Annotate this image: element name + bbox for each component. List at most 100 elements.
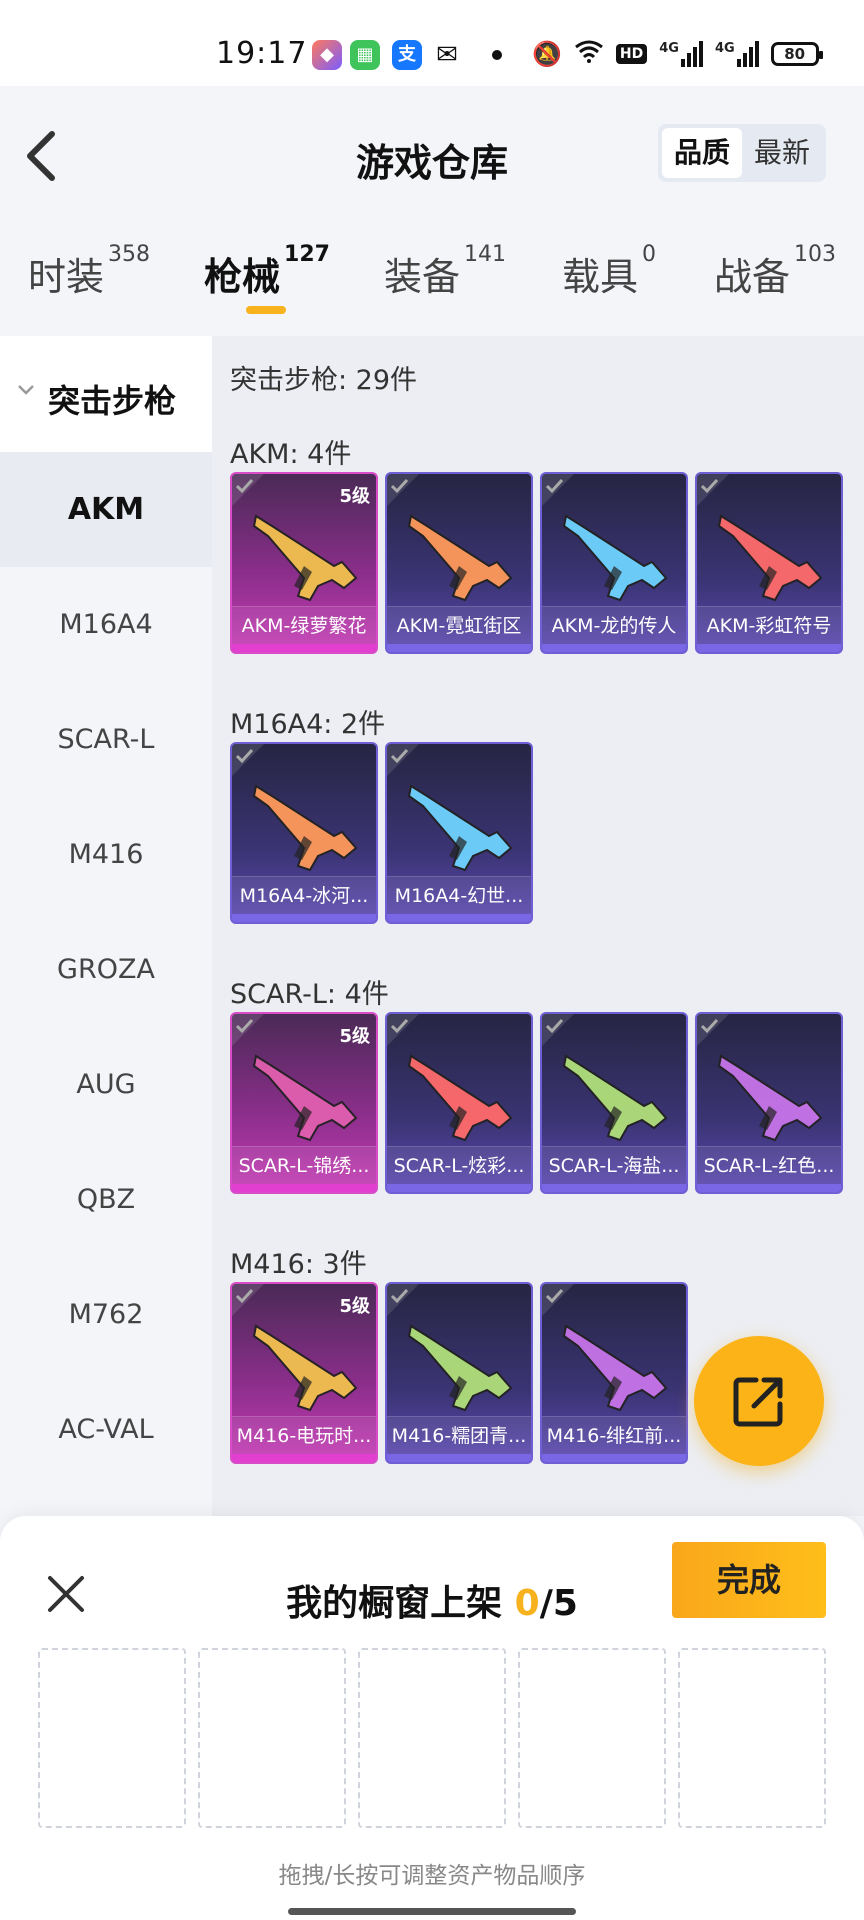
weapon-skin-card[interactable]: M416-糯团青... xyxy=(385,1282,533,1464)
rarity-bar xyxy=(387,644,531,652)
rifle-icon xyxy=(407,1324,513,1412)
weapon-skin-name: AKM-彩虹符号 xyxy=(697,606,841,644)
rarity-bar xyxy=(387,1184,531,1192)
rifle-icon xyxy=(252,1324,358,1412)
sidebar-item-akm[interactable]: AKM xyxy=(0,452,212,567)
signal-icon: 4G xyxy=(715,41,759,67)
sort-quality-button[interactable]: 品质 xyxy=(662,128,742,178)
active-tab-indicator xyxy=(246,306,286,314)
group-title: M416: 3件 xyxy=(230,1249,367,1280)
sidebar-item-qbz[interactable]: QBZ xyxy=(0,1142,212,1257)
reorder-hint: 拖拽/长按可调整资产物品顺序 xyxy=(278,1863,586,1889)
rarity-bar xyxy=(232,1184,376,1192)
rifle-icon xyxy=(717,1054,823,1142)
showcase-slot[interactable] xyxy=(518,1648,666,1828)
rarity-bar xyxy=(232,1454,376,1462)
weapon-skin-name: M416-电玩时... xyxy=(232,1416,376,1454)
mute-bell-icon: 🔕 xyxy=(532,40,562,68)
showcase-slot[interactable] xyxy=(198,1648,346,1828)
showcase-slot[interactable] xyxy=(678,1648,826,1828)
weapon-skin-name: M16A4-冰河... xyxy=(232,876,376,914)
showcase-count: 0 xyxy=(514,1583,540,1624)
tab-equipment[interactable]: 装备141 xyxy=(384,242,506,301)
sidebar-item-groza[interactable]: GROZA xyxy=(0,912,212,1027)
sidebar-item-m16a4[interactable]: M16A4 xyxy=(0,567,212,682)
weapon-skin-card[interactable]: SCAR-L-炫彩... xyxy=(385,1012,533,1194)
weapon-skin-name: SCAR-L-海盐... xyxy=(542,1146,686,1184)
weapon-skin-name: SCAR-L-锦绣... xyxy=(232,1146,376,1184)
header: 游戏仓库 品质 最新 时装358 枪械127 装备141 载具0 战备103 xyxy=(0,86,864,314)
dot-icon xyxy=(492,50,502,60)
rarity-bar xyxy=(387,914,531,922)
rarity-bar xyxy=(387,1454,531,1462)
group-title: SCAR-L: 4件 xyxy=(230,979,389,1010)
sort-newest-button[interactable]: 最新 xyxy=(742,128,822,178)
weapon-skin-card[interactable]: M16A4-幻世... xyxy=(385,742,533,924)
category-tabs: 时装358 枪械127 装备141 载具0 战备103 xyxy=(0,242,864,310)
rarity-bar xyxy=(697,644,841,652)
sidebar-item-m762[interactable]: M762 xyxy=(0,1257,212,1372)
rifle-icon xyxy=(252,1054,358,1142)
rarity-bar xyxy=(542,1184,686,1192)
weapon-skin-card[interactable]: M16A4-冰河... xyxy=(230,742,378,924)
section-total: 突击步枪: 29件 xyxy=(230,365,418,396)
sort-toggle: 品质 最新 xyxy=(658,124,826,182)
sidebar-item-ac-val[interactable]: AC-VAL xyxy=(0,1372,212,1487)
weapon-skin-card[interactable]: 5级 M416-电玩时... xyxy=(230,1282,378,1464)
tab-fashion[interactable]: 时装358 xyxy=(28,242,150,301)
sidebar-item-m416[interactable]: M416 xyxy=(0,797,212,912)
alipay-icon: 支 xyxy=(392,40,422,70)
battery-indicator: 80 xyxy=(770,42,823,66)
status-bar: 19:17 ◆ ▦ 支 ✉ 🔕 HD 4G 4G 80 xyxy=(0,0,864,86)
tab-vehicles[interactable]: 载具0 xyxy=(562,242,656,301)
weapon-skin-card[interactable]: 5级 SCAR-L-锦绣... xyxy=(230,1012,378,1194)
sidebar-category-label: 突击步枪 xyxy=(48,382,177,420)
weapon-skin-name: M416-绯红前... xyxy=(542,1416,686,1454)
chevron-down-icon xyxy=(18,385,34,395)
weapon-skin-card[interactable]: 5级 AKM-绿萝繁花 xyxy=(230,472,378,654)
rarity-bar xyxy=(232,914,376,922)
rarity-bar xyxy=(697,1184,841,1192)
done-button[interactable]: 完成 xyxy=(672,1542,826,1618)
weapon-skin-card[interactable]: SCAR-L-红色... xyxy=(695,1012,843,1194)
tab-firearms[interactable]: 枪械127 xyxy=(204,242,330,301)
group-title: AKM: 4件 xyxy=(230,439,352,470)
home-indicator xyxy=(288,1908,576,1915)
sidebar-item-aug[interactable]: AUG xyxy=(0,1027,212,1142)
rifle-icon xyxy=(562,514,668,602)
showcase-slot[interactable] xyxy=(38,1648,186,1828)
showcase-panel: 我的橱窗上架 0/5 完成 拖拽/长按可调整资产物品顺序 xyxy=(0,1516,864,1920)
weapon-skin-card[interactable]: AKM-龙的传人 xyxy=(540,472,688,654)
wifi-icon xyxy=(574,39,604,69)
rifle-icon xyxy=(407,784,513,872)
sidebar-item-scar-l[interactable]: SCAR-L xyxy=(0,682,212,797)
weapon-type-sidebar: 突击步枪 AKM M16A4 SCAR-L M416 GROZA AUG QBZ… xyxy=(0,336,212,1516)
weapon-skin-card[interactable]: M416-绯红前... xyxy=(540,1282,688,1464)
signal-icon: 4G xyxy=(659,41,703,67)
weapon-skin-name: AKM-霓虹街区 xyxy=(387,606,531,644)
rifle-icon xyxy=(562,1324,668,1412)
rifle-icon xyxy=(407,514,513,602)
weapon-skin-name: SCAR-L-红色... xyxy=(697,1146,841,1184)
showcase-slot[interactable] xyxy=(358,1648,506,1828)
sidebar-category-header[interactable]: 突击步枪 xyxy=(0,336,212,452)
hd-badge: HD xyxy=(615,44,648,64)
weapon-skin-card[interactable]: SCAR-L-海盐... xyxy=(540,1012,688,1194)
share-button[interactable] xyxy=(694,1336,824,1466)
weapon-skin-name: AKM-龙的传人 xyxy=(542,606,686,644)
rarity-bar xyxy=(542,1454,686,1462)
tab-supplies[interactable]: 战备103 xyxy=(714,242,836,301)
group-title: M16A4: 2件 xyxy=(230,709,386,740)
weapon-skin-name: M416-糯团青... xyxy=(387,1416,531,1454)
wechat-icon: ✉ xyxy=(436,40,458,70)
weapon-skin-name: SCAR-L-炫彩... xyxy=(387,1146,531,1184)
status-time: 19:17 xyxy=(216,36,308,71)
app-notification-icon: ◆ xyxy=(312,40,342,70)
rifle-icon xyxy=(562,1054,668,1142)
weapon-skin-card[interactable]: AKM-霓虹街区 xyxy=(385,472,533,654)
rifle-icon xyxy=(252,784,358,872)
weapon-skin-name: M16A4-幻世... xyxy=(387,876,531,914)
weapon-skin-card[interactable]: AKM-彩虹符号 xyxy=(695,472,843,654)
weapon-skin-name: AKM-绿萝繁花 xyxy=(232,606,376,644)
rarity-bar xyxy=(542,644,686,652)
